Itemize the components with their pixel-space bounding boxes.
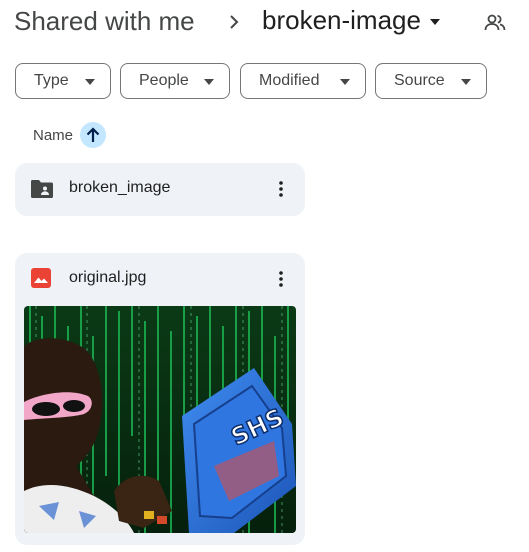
folder-card[interactable]: broken_image [15,163,305,216]
caret-down-icon [461,79,471,85]
filter-bar: Type People Modified Source [15,63,515,99]
more-vert-icon [279,271,283,287]
file-name: original.jpg [69,269,147,286]
file-more-actions-button[interactable] [269,267,293,291]
people-icon[interactable] [484,12,506,34]
filter-type-label: Type [34,72,69,89]
caret-down-icon [340,79,350,85]
chevron-right-icon [230,15,239,29]
caret-down-icon [429,18,440,25]
caret-down-icon [85,79,95,85]
image-file-icon [31,268,51,288]
filter-modified-chip[interactable]: Modified [240,63,366,99]
file-card[interactable]: original.jpg SHS [15,253,305,545]
breadcrumb-root[interactable]: Shared with me [14,6,195,37]
breadcrumb-current[interactable]: broken-image [262,5,441,36]
breadcrumb-current-label: broken-image [262,5,421,35]
shared-folder-icon [31,180,53,198]
sort-header: Name [33,121,107,149]
filter-people-chip[interactable]: People [120,63,230,99]
caret-down-icon [204,79,214,85]
arrow-up-icon [86,127,100,142]
header: Shared with me broken-image [0,0,529,46]
filter-type-chip[interactable]: Type [15,63,111,99]
thumbnail-image: SHS [24,306,296,533]
filter-people-label: People [139,72,189,89]
more-vert-icon [279,181,283,197]
sort-name-label[interactable]: Name [33,127,73,144]
folder-more-actions-button[interactable] [269,177,293,201]
sort-direction-button[interactable] [80,122,107,148]
filter-modified-label: Modified [259,72,320,89]
filter-source-chip[interactable]: Source [375,63,487,99]
filter-source-label: Source [394,72,445,89]
file-thumbnail[interactable]: SHS [24,306,296,533]
folder-name: broken_image [69,179,171,196]
